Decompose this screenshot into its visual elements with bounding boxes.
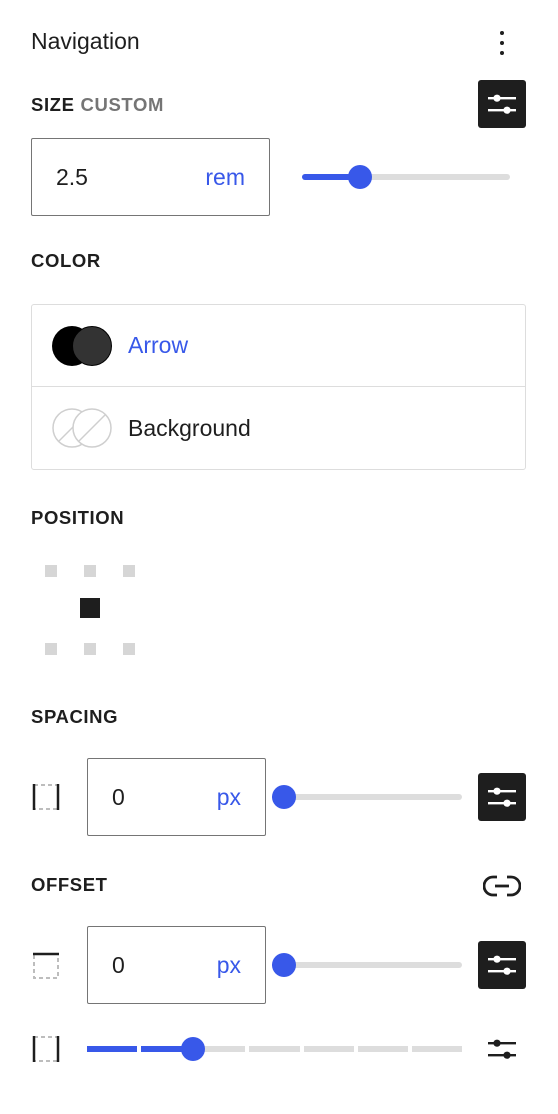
slider-thumb[interactable] [181, 1037, 206, 1061]
size-value: 2.5 [56, 163, 88, 190]
position-label: POSITION [31, 507, 125, 528]
color-swatch-dark-icon [52, 325, 112, 366]
spacing-input[interactable]: 0 px [87, 758, 266, 836]
size-sublabel: CUSTOM [80, 94, 164, 115]
size-input[interactable]: 2.5 rem [31, 138, 270, 216]
spacing-label: SPACING [31, 706, 119, 727]
slider-track [272, 794, 462, 800]
slider-step [249, 1046, 300, 1052]
spacing-unit[interactable]: px [217, 784, 241, 811]
color-swatch-none-icon [52, 408, 112, 448]
offset-top-slider[interactable] [272, 953, 462, 977]
color-label: COLOR [31, 250, 101, 271]
settings-sliders-icon [488, 1039, 516, 1059]
side-top-icon [29, 949, 63, 983]
position-bottom-center[interactable] [84, 643, 96, 655]
sides-horizontal-icon [29, 1032, 63, 1066]
offset-horizontal-custom-toggle-button[interactable] [478, 1025, 526, 1073]
offset-horizontal-step-slider[interactable] [87, 1037, 462, 1061]
color-list: Arrow Background [31, 304, 526, 470]
unlink-icon[interactable] [482, 870, 522, 902]
settings-sliders-icon [488, 94, 516, 114]
slider-step [303, 1046, 354, 1052]
sides-horizontal-icon [29, 780, 63, 814]
settings-sliders-icon [488, 955, 516, 975]
settings-sliders-icon [488, 787, 516, 807]
color-item-background[interactable]: Background [32, 387, 525, 469]
color-item-label: Arrow [128, 332, 189, 358]
position-bottom-left[interactable] [45, 643, 57, 655]
position-bottom-right[interactable] [123, 643, 135, 655]
more-vertical-icon[interactable] [488, 28, 516, 58]
size-unit[interactable]: rem [205, 164, 245, 191]
offset-top-unit[interactable]: px [217, 952, 241, 979]
position-grid [40, 560, 140, 660]
offset-top-input[interactable]: 0 px [87, 926, 266, 1004]
offset-top-custom-toggle-button[interactable] [478, 941, 526, 989]
spacing-slider[interactable] [272, 785, 462, 809]
slider-step [357, 1046, 408, 1052]
size-section-label: SIZE CUSTOM [31, 94, 164, 116]
panel-title: Navigation [31, 28, 140, 54]
spacing-value: 0 [112, 783, 125, 810]
color-item-label: Background [128, 414, 251, 441]
slider-thumb[interactable] [348, 165, 372, 189]
position-top-left[interactable] [45, 565, 57, 577]
slider-thumb[interactable] [272, 785, 296, 809]
spacing-custom-toggle-button[interactable] [478, 773, 526, 821]
size-label: SIZE [31, 94, 75, 115]
offset-label: OFFSET [31, 874, 108, 895]
position-top-center[interactable] [84, 565, 96, 577]
size-slider[interactable] [302, 165, 510, 189]
position-top-right[interactable] [123, 565, 135, 577]
size-custom-toggle-button[interactable] [478, 80, 526, 128]
color-item-arrow[interactable]: Arrow [32, 305, 525, 387]
slider-thumb[interactable] [272, 953, 296, 977]
slider-step [411, 1046, 462, 1052]
slider-step [87, 1046, 138, 1052]
slider-track [272, 962, 462, 968]
position-center[interactable] [80, 598, 100, 618]
offset-top-value: 0 [112, 951, 125, 978]
